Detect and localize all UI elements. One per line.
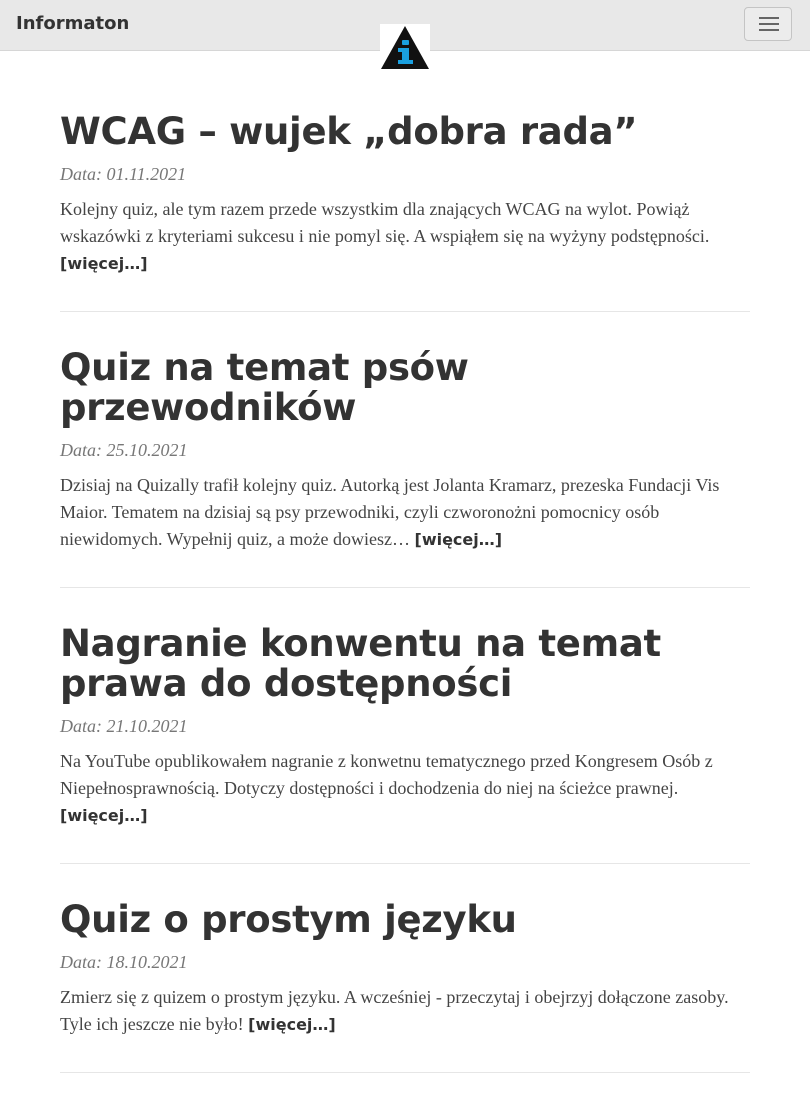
read-more-link[interactable]: [więcej…] — [60, 806, 148, 825]
hamburger-icon-bar — [759, 23, 779, 25]
post-excerpt-text: Dzisiaj na Quizally trafił kolejny quiz.… — [60, 475, 720, 549]
post-date: Data: 25.10.2021 — [60, 440, 188, 460]
hamburger-icon-bar — [759, 29, 779, 31]
hamburger-icon — [759, 17, 779, 19]
site-brand[interactable]: Informaton — [16, 13, 129, 34]
post-title[interactable]: Quiz na temat psów przewodników — [60, 348, 750, 428]
site-logo[interactable] — [380, 24, 430, 70]
post-date: Data: 18.10.2021 — [60, 952, 188, 972]
post-excerpt: Dzisiaj na Quizally trafił kolejny quiz.… — [60, 472, 750, 553]
read-more-link[interactable]: [więcej…] — [60, 254, 148, 273]
post-list: WCAG – wujek „dobra rada” Data: 01.11.20… — [60, 112, 750, 1109]
post-excerpt-text: Kolejny quiz, ale tym razem przede wszys… — [60, 199, 710, 246]
read-more-link[interactable]: [więcej…] — [248, 1015, 336, 1034]
post-item: Quiz o prostym języku Data: 18.10.2021 Z… — [60, 900, 750, 1073]
post-item: WCAG – wujek „dobra rada” Data: 01.11.20… — [60, 112, 750, 312]
post-title[interactable]: Nagranie konwentu na temat prawa do dost… — [60, 624, 750, 704]
post-excerpt: Na YouTube opublikowałem nagranie z konw… — [60, 748, 750, 829]
post-date: Data: 21.10.2021 — [60, 716, 188, 736]
read-more-link[interactable]: [więcej…] — [415, 530, 503, 549]
hamburger-menu-button[interactable] — [744, 7, 792, 41]
post-item: Quiz na temat psów przewodników Data: 25… — [60, 348, 750, 588]
post-excerpt-text: Na YouTube opublikowałem nagranie z konw… — [60, 751, 713, 798]
post-date: Data: 01.11.2021 — [60, 164, 187, 184]
post-excerpt-text: Zmierz się z quizem o prostym języku. A … — [60, 987, 729, 1034]
post-excerpt: Zmierz się z quizem o prostym języku. A … — [60, 984, 750, 1038]
post-excerpt: Kolejny quiz, ale tym razem przede wszys… — [60, 196, 750, 277]
post-title[interactable]: Quiz o prostym języku — [60, 900, 750, 940]
info-triangle-icon — [381, 26, 429, 69]
post-title[interactable]: WCAG – wujek „dobra rada” — [60, 112, 750, 152]
post-item: Nagranie konwentu na temat prawa do dost… — [60, 624, 750, 864]
